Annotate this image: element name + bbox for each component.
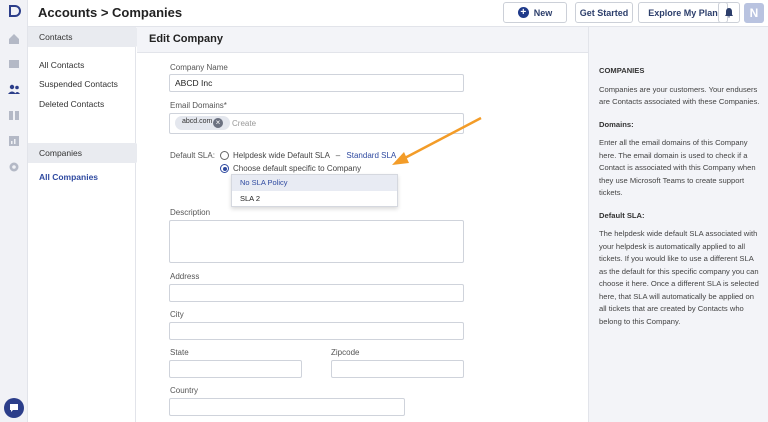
help-sla-title: Default SLA: [599,210,645,220]
reports-icon[interactable] [7,134,21,148]
zipcode-label: Zipcode [331,348,360,357]
contacts-icon[interactable] [7,82,21,96]
company-name-label: Company Name [170,63,228,72]
help-panel: COMPANIES Companies are your customers. … [588,27,768,422]
explore-plan-button[interactable]: Explore My Plan [638,2,728,23]
state-label: State [170,348,189,357]
state-input[interactable] [169,360,302,378]
knowledge-icon[interactable] [7,108,21,122]
companies-section-header: Companies [28,143,146,163]
address-input[interactable] [169,284,464,302]
remove-chip-icon[interactable]: × [213,118,223,128]
radio-helpdesk-text: Helpdesk wide Default SLA [233,151,330,160]
description-label: Description [170,208,211,217]
city-input[interactable] [169,322,464,340]
secondary-sidebar: Contacts All Contacts Suspended Contacts… [28,27,146,422]
sla-option-no-policy[interactable]: No SLA Policy [232,175,397,191]
city-label: City [170,310,184,319]
breadcrumb: Accounts > Companies [38,5,183,20]
get-started-button[interactable]: Get Started [575,2,633,23]
notifications-bell-icon[interactable] [718,2,740,23]
settings-icon[interactable] [7,160,21,174]
radio-company-specific[interactable] [220,164,229,173]
zipcode-input[interactable] [331,360,464,378]
new-button-label: New [533,7,553,18]
chat-icon[interactable] [4,398,24,418]
help-domains-text: Enter all the email domains of this Comp… [599,138,756,197]
radio-company-specific-label: Choose default specific to Company [233,164,362,173]
sla-option-sla2[interactable]: SLA 2 [232,191,397,207]
address-label: Address [170,272,200,281]
help-intro: Companies are your customers. Your endus… [599,84,760,107]
help-domains-title: Domains: [599,119,634,129]
radio-helpdesk-default[interactable] [220,151,229,160]
logo-icon[interactable] [7,4,21,18]
tickets-icon[interactable] [7,57,21,71]
country-label: Country [170,386,199,395]
help-sla-text: The helpdesk wide default SLA associated… [599,229,759,326]
country-input[interactable] [169,398,405,416]
help-title: COMPANIES [599,66,645,75]
sla-dropdown[interactable]: No SLA Policy SLA 2 [231,174,398,207]
sidebar-item-suspended-contacts[interactable]: Suspended Contacts [39,79,118,89]
default-sla-label: Default SLA: [170,151,215,160]
avatar[interactable]: N [744,3,764,23]
icon-rail [0,0,28,422]
email-domains-placeholder: Create [232,119,257,128]
plus-icon: + [517,7,529,18]
company-name-input[interactable]: ABCD Inc [169,74,464,92]
description-textarea[interactable] [169,220,464,263]
sidebar-item-all-contacts[interactable]: All Contacts [39,60,84,70]
radio-helpdesk-separator: – [335,151,341,160]
sidebar-item-deleted-contacts[interactable]: Deleted Contacts [39,99,104,109]
home-icon[interactable] [7,32,21,46]
contacts-section-header: Contacts [28,27,146,47]
page-title: Edit Company [149,33,223,45]
main-header: Edit Company [137,27,588,53]
standard-sla-link[interactable]: Standard SLA [346,151,396,160]
radio-helpdesk-label: Helpdesk wide Default SLA – Standard SLA [233,151,396,160]
email-domains-label: Email Domains* [170,101,227,110]
top-bar: Accounts > Companies + New Get Started E… [28,0,768,27]
sidebar-item-all-companies[interactable]: All Companies [39,172,98,182]
new-button[interactable]: + New [503,2,567,23]
